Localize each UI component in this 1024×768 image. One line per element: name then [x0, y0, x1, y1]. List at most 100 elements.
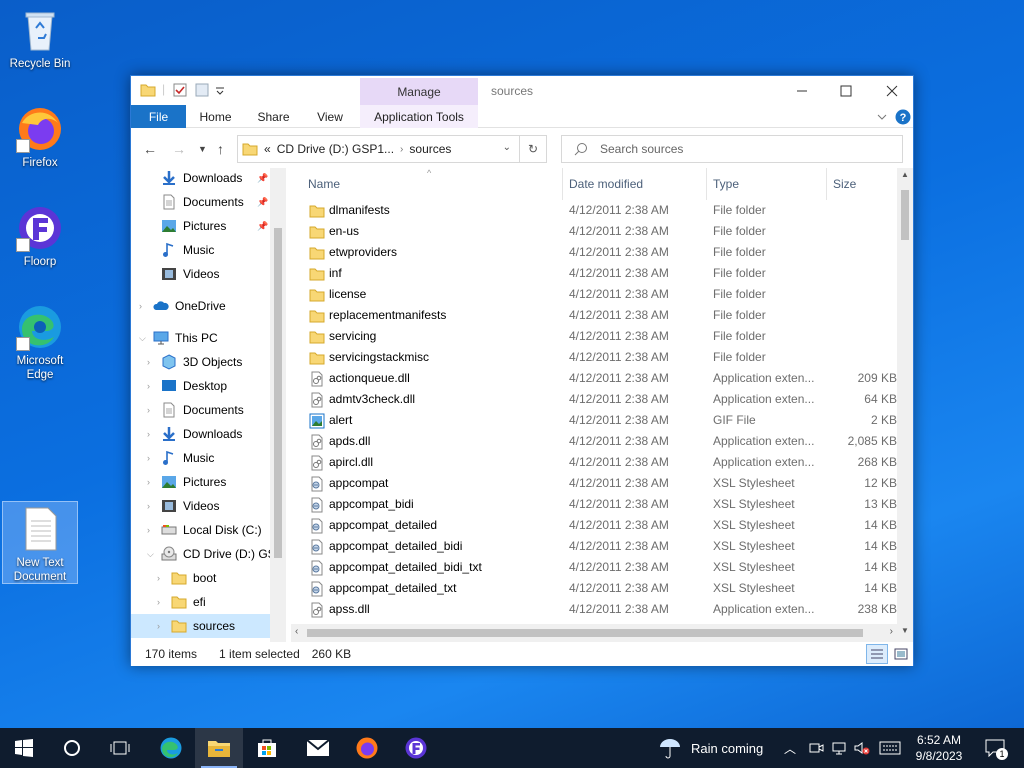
nav-item-pictures[interactable]: Pictures 📌 — [131, 214, 270, 238]
up-arrow-icon[interactable]: ↑ — [217, 141, 224, 157]
tab-share[interactable]: Share — [251, 105, 296, 128]
close-button[interactable] — [869, 76, 915, 105]
file-row-servicing[interactable]: servicing 4/12/2011 2:38 AM File folder — [291, 326, 897, 347]
file-row-dlmanifests[interactable]: dlmanifests 4/12/2011 2:38 AM File folder — [291, 200, 897, 221]
nav-item-efi[interactable]: › efi — [131, 590, 270, 614]
file-row-apss-dll[interactable]: apss.dll 4/12/2011 2:38 AM Application ext… — [291, 599, 897, 620]
desktop-icon-firefox[interactable]: Firefox — [2, 105, 78, 170]
maximize-button[interactable] — [823, 76, 869, 105]
nav-item-documents[interactable]: › Documents — [131, 398, 270, 422]
nav-item-videos[interactable]: Videos — [131, 262, 270, 286]
file-row-appcompat-detailed-bidi[interactable]: appcompat_detailed_bidi 4/12/2011 2:38 AM… — [291, 536, 897, 557]
nav-item-cd-drive-d-gs[interactable]: ⌵ CD Drive (D:) GS — [131, 542, 276, 566]
collapsed-chevron-icon[interactable]: › — [147, 525, 150, 535]
nav-item-desktop[interactable]: › Desktop — [131, 374, 270, 398]
properties-icon[interactable] — [172, 82, 188, 98]
meet-now-icon[interactable] — [808, 740, 824, 756]
breadcrumb-cd-drive[interactable]: CD Drive (D:) GSP1... — [277, 142, 394, 156]
file-row-appcompat-detailed[interactable]: appcompat_detailed 4/12/2011 2:38 AM XSL S… — [291, 515, 897, 536]
taskbar-mail-button[interactable] — [294, 728, 342, 768]
nav-item-videos[interactable]: › Videos — [131, 494, 270, 518]
file-row-admtv3check-dll[interactable]: admtv3check.dll 4/12/2011 2:38 AM Applicat… — [291, 389, 897, 410]
recent-locations-chevron-icon[interactable]: ▼ — [198, 144, 207, 154]
tab-view[interactable]: View — [309, 105, 351, 128]
nav-item-music[interactable]: Music — [131, 238, 270, 262]
expand-ribbon-icon[interactable] — [877, 112, 887, 122]
nav-item-pictures[interactable]: › Pictures — [131, 470, 270, 494]
taskbar-store-button[interactable] — [243, 728, 291, 768]
file-row-alert[interactable]: alert 4/12/2011 2:38 AM GIF File 2 KB — [291, 410, 897, 431]
start-button[interactable] — [0, 728, 48, 768]
network-icon[interactable] — [831, 740, 847, 756]
collapsed-chevron-icon[interactable]: › — [147, 501, 150, 511]
desktop-icon-new-text-document[interactable]: New Text Document — [2, 501, 78, 584]
taskbar-edge-button[interactable] — [147, 728, 195, 768]
volume-muted-icon[interactable] — [853, 740, 871, 756]
nav-item-local-disk-c[interactable]: › Local Disk (C:) — [131, 518, 270, 542]
address-overflow[interactable]: « — [264, 142, 271, 156]
collapsed-chevron-icon[interactable]: › — [147, 477, 150, 487]
file-list-horizontal-scrollbar[interactable]: ‹ › — [291, 624, 897, 642]
file-row-inf[interactable]: inf 4/12/2011 2:38 AM File folder — [291, 263, 897, 284]
show-hidden-icons-chevron-icon[interactable]: ︿ — [784, 728, 796, 768]
nav-item-sources[interactable]: › sources — [131, 614, 270, 638]
tab-file[interactable]: File — [131, 105, 186, 128]
horizontal-scrollbar-thumb[interactable] — [307, 629, 863, 637]
collapsed-chevron-icon[interactable]: › — [157, 621, 160, 631]
collapsed-chevron-icon[interactable]: › — [147, 429, 150, 439]
file-row-apircl-dll[interactable]: apircl.dll 4/12/2011 2:38 AM Application e… — [291, 452, 897, 473]
help-icon[interactable]: ? — [895, 109, 911, 125]
file-row-appcompat-bidi[interactable]: appcompat_bidi 4/12/2011 2:38 AM XSL Style… — [291, 494, 897, 515]
refresh-button[interactable]: ↻ — [520, 135, 547, 163]
breadcrumb-sources[interactable]: sources — [409, 142, 451, 156]
collapsed-chevron-icon[interactable]: › — [147, 381, 150, 391]
details-view-button[interactable] — [866, 644, 888, 664]
file-row-license[interactable]: license 4/12/2011 2:38 AM File folder — [291, 284, 897, 305]
tab-application-tools[interactable]: Application Tools — [360, 105, 478, 128]
new-folder-icon[interactable] — [194, 82, 210, 98]
taskbar-file-explorer-button[interactable] — [195, 728, 243, 768]
file-row-apds-dll[interactable]: apds.dll 4/12/2011 2:38 AM Application ext… — [291, 431, 897, 452]
scroll-up-arrow-icon[interactable]: ▲ — [901, 170, 909, 179]
breadcrumb-separator-icon[interactable]: › — [400, 144, 403, 155]
search-input[interactable]: Search sources — [561, 135, 903, 163]
collapsed-chevron-icon[interactable]: › — [147, 357, 150, 367]
collapsed-chevron-icon[interactable]: › — [157, 597, 160, 607]
scroll-right-arrow-icon[interactable]: › — [890, 626, 893, 637]
file-row-en-us[interactable]: en-us 4/12/2011 2:38 AM File folder — [291, 221, 897, 242]
collapsed-chevron-icon[interactable]: › — [157, 573, 160, 583]
keyboard-icon[interactable] — [879, 741, 901, 755]
column-header-size[interactable]: Size — [827, 168, 897, 200]
minimize-button[interactable] — [779, 76, 825, 105]
customize-toolbar-icon[interactable] — [215, 82, 225, 98]
address-dropdown-chevron-icon[interactable]: ⌄ — [503, 142, 511, 153]
file-row-etwproviders[interactable]: etwproviders 4/12/2011 2:38 AM File folder — [291, 242, 897, 263]
column-header-date-modified[interactable]: Date modified — [563, 168, 707, 200]
scroll-down-arrow-icon[interactable]: ▼ — [901, 626, 909, 635]
file-row-actionqueue-dll[interactable]: actionqueue.dll 4/12/2011 2:38 AM Applicat… — [291, 368, 897, 389]
file-row-appcompat-detailed-txt[interactable]: appcompat_detailed_txt 4/12/2011 2:38 AM X… — [291, 578, 897, 599]
file-list-scrollbar-thumb[interactable] — [901, 190, 909, 240]
scroll-left-arrow-icon[interactable]: ‹ — [295, 626, 298, 637]
search-button[interactable] — [48, 728, 96, 768]
manage-contextual-tab[interactable]: Manage — [360, 78, 478, 105]
file-row-replacementmanifests[interactable]: replacementmanifests 4/12/2011 2:38 AM Fil… — [291, 305, 897, 326]
address-bar[interactable]: « CD Drive (D:) GSP1... › sources ⌄ — [237, 135, 520, 163]
nav-item-downloads[interactable]: Downloads 📌 — [131, 168, 270, 190]
desktop-icon-recycle-bin[interactable]: Recycle Bin — [2, 6, 78, 71]
column-header-name[interactable]: Name ^ — [291, 168, 563, 200]
tab-home[interactable]: Home — [193, 105, 238, 128]
clock[interactable]: 6:52 AM 9/8/2023 — [912, 728, 966, 768]
nav-item-downloads[interactable]: › Downloads — [131, 422, 270, 446]
nav-item-documents[interactable]: Documents 📌 — [131, 190, 270, 214]
task-view-button[interactable] — [96, 728, 144, 768]
collapsed-chevron-icon[interactable]: › — [147, 453, 150, 463]
nav-item-boot[interactable]: › boot — [131, 566, 270, 590]
large-icons-view-button[interactable] — [891, 644, 911, 664]
notification-center-button[interactable]: 1 — [980, 728, 1010, 768]
nav-item-onedrive[interactable]: › OneDrive — [131, 294, 270, 318]
forward-arrow-icon[interactable]: → — [172, 141, 186, 157]
collapsed-chevron-icon[interactable]: › — [139, 301, 142, 311]
file-row-appcompat-detailed-bidi-txt[interactable]: appcompat_detailed_bidi_txt 4/12/2011 2:3… — [291, 557, 897, 578]
taskbar-firefox-button[interactable] — [343, 728, 391, 768]
